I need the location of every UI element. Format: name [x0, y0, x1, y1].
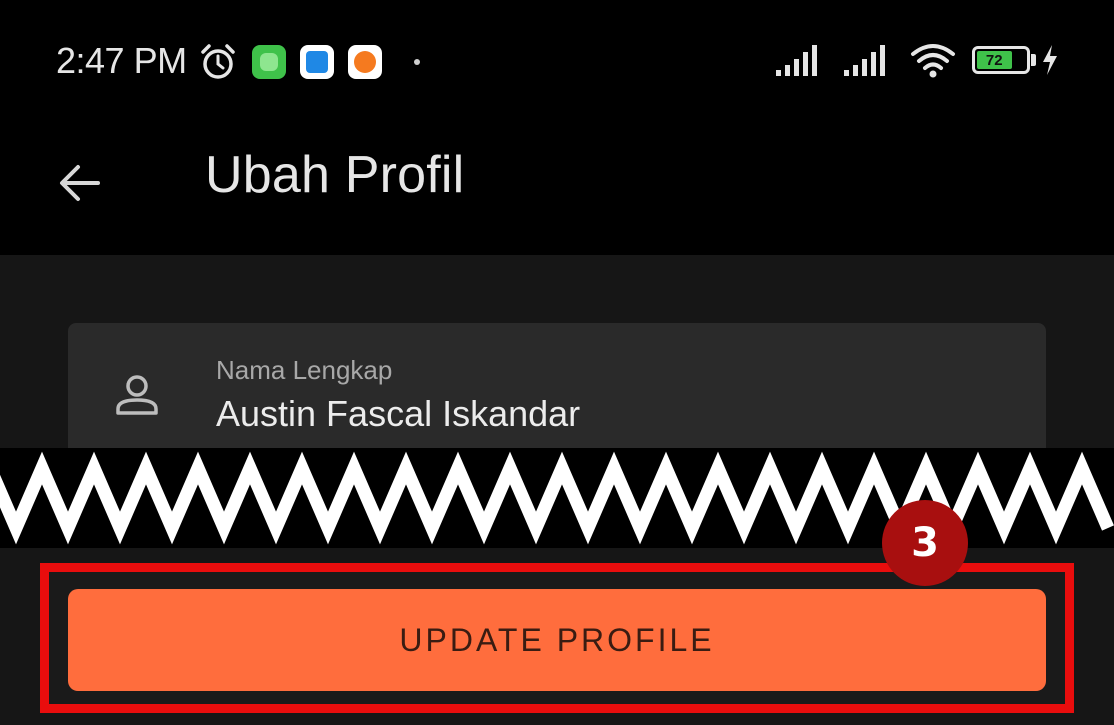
update-profile-button[interactable]: UPDATE PROFILE	[68, 589, 1046, 691]
wifi-icon	[911, 44, 955, 78]
alarm-icon	[201, 44, 235, 79]
step-badge: 3	[882, 500, 968, 586]
page-title: Ubah Profil	[205, 146, 465, 204]
person-icon	[116, 375, 158, 415]
full-name-value[interactable]: Austin Fascal Iskandar	[216, 393, 580, 435]
battery-icon: 72	[972, 44, 1060, 76]
status-time: 2:47 PM	[56, 40, 187, 81]
system-icons: 72	[774, 40, 1060, 80]
battery-level: 72	[977, 51, 1012, 69]
more-notifications-dot	[414, 59, 420, 65]
arrow-left-icon[interactable]	[52, 155, 108, 211]
notification-icons	[198, 42, 420, 82]
signal-icon-2	[844, 45, 885, 76]
signal-icon	[776, 45, 817, 76]
status-bar: 2:47 PM 72	[0, 0, 1114, 125]
charging-bolt-icon	[1043, 45, 1057, 75]
full-name-label: Nama Lengkap	[216, 355, 393, 385]
app-bar: Ubah Profil	[0, 125, 1114, 255]
app-orange-icon	[348, 45, 382, 79]
app-green-icon	[252, 45, 286, 79]
app-blue-icon	[300, 45, 334, 79]
